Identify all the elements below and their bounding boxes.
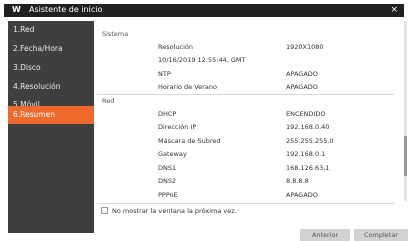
wizard-sidebar: 1.Red 2.Fecha/Hora 3.Disco 4.Resolución … xyxy=(8,21,94,233)
finish-button[interactable]: Completar xyxy=(354,229,408,241)
close-icon[interactable]: × xyxy=(390,4,398,16)
summary-panel: Sistema Resolución 1920X1080 10/16/2019 … xyxy=(97,21,407,233)
sidebar-item-resumen[interactable]: 6.Resumen xyxy=(8,106,94,124)
summary-value: APAGADO xyxy=(286,70,318,78)
summary-key: 10/16/2019 12:55:44, GMT xyxy=(158,56,246,64)
summary-row: Máscara de Subred 255.255.255.0 xyxy=(97,134,404,148)
section-title-red: Red xyxy=(102,97,115,105)
summary-row: PPPoE APAGADO xyxy=(97,188,404,202)
sidebar-item-disco[interactable]: 3.Disco xyxy=(8,59,94,77)
summary-value: APAGADO xyxy=(286,191,318,199)
summary-key: Gateway xyxy=(158,150,187,158)
summary-value: 255.255.255.0 xyxy=(286,137,334,145)
summary-value: 168.126.63.1 xyxy=(286,164,330,172)
summary-key: Horario de Verano xyxy=(158,83,217,91)
footer-divider xyxy=(97,203,395,204)
window-title: Asistente de inicio xyxy=(29,5,103,14)
summary-value: APAGADO xyxy=(286,83,318,91)
summary-key: Resolución xyxy=(158,43,193,51)
summary-value: 1920X1080 xyxy=(286,43,324,51)
summary-row: DNS1 168.126.63.1 xyxy=(97,161,404,175)
summary-row: DNS2 8.8.8.8 xyxy=(97,174,404,188)
sidebar-item-resolucion[interactable]: 4.Resolución xyxy=(8,78,94,96)
section-title-sistema: Sistema xyxy=(102,30,129,38)
summary-row: Horario de Verano APAGADO xyxy=(97,80,404,94)
summary-row: DHCP ENCENDIDO xyxy=(97,107,404,121)
sidebar-item-red[interactable]: 1.Red xyxy=(8,21,94,39)
summary-value: 192.168.0.40 xyxy=(286,123,330,131)
section-divider xyxy=(97,94,395,95)
summary-scrollbar[interactable] xyxy=(404,21,407,201)
summary-key: DNS1 xyxy=(158,164,177,172)
summary-row: Dirección IP 192.168.0.40 xyxy=(97,120,404,134)
summary-row: Gateway 192.168.0.1 xyxy=(97,147,404,161)
summary-row: Resolución 1920X1080 xyxy=(97,40,404,54)
sidebar-item-fecha-hora[interactable]: 2.Fecha/Hora xyxy=(8,40,94,58)
summary-value: ENCENDIDO xyxy=(286,110,326,118)
title-bar: W Asistente de inicio × xyxy=(4,4,404,17)
summary-value: 192.168.0.1 xyxy=(286,150,326,158)
summary-key: DNS2 xyxy=(158,177,177,185)
summary-key: NTP xyxy=(158,70,171,78)
summary-row: NTP APAGADO xyxy=(97,67,404,81)
brand-logo: W xyxy=(12,5,21,14)
summary-row: 10/16/2019 12:55:44, GMT xyxy=(97,53,404,67)
summary-key: DHCP xyxy=(158,110,177,118)
dont-show-again-checkbox[interactable] xyxy=(101,207,108,214)
back-button[interactable]: Anterior xyxy=(300,229,350,241)
summary-key: Dirección IP xyxy=(158,123,197,131)
scrollbar-thumb[interactable] xyxy=(404,136,407,176)
summary-key: PPPoE xyxy=(158,191,178,199)
summary-value: 8.8.8.8 xyxy=(286,177,309,185)
dont-show-again-label: No mostrar la ventana la próxima vez. xyxy=(112,207,237,215)
summary-key: Máscara de Subred xyxy=(158,137,221,145)
